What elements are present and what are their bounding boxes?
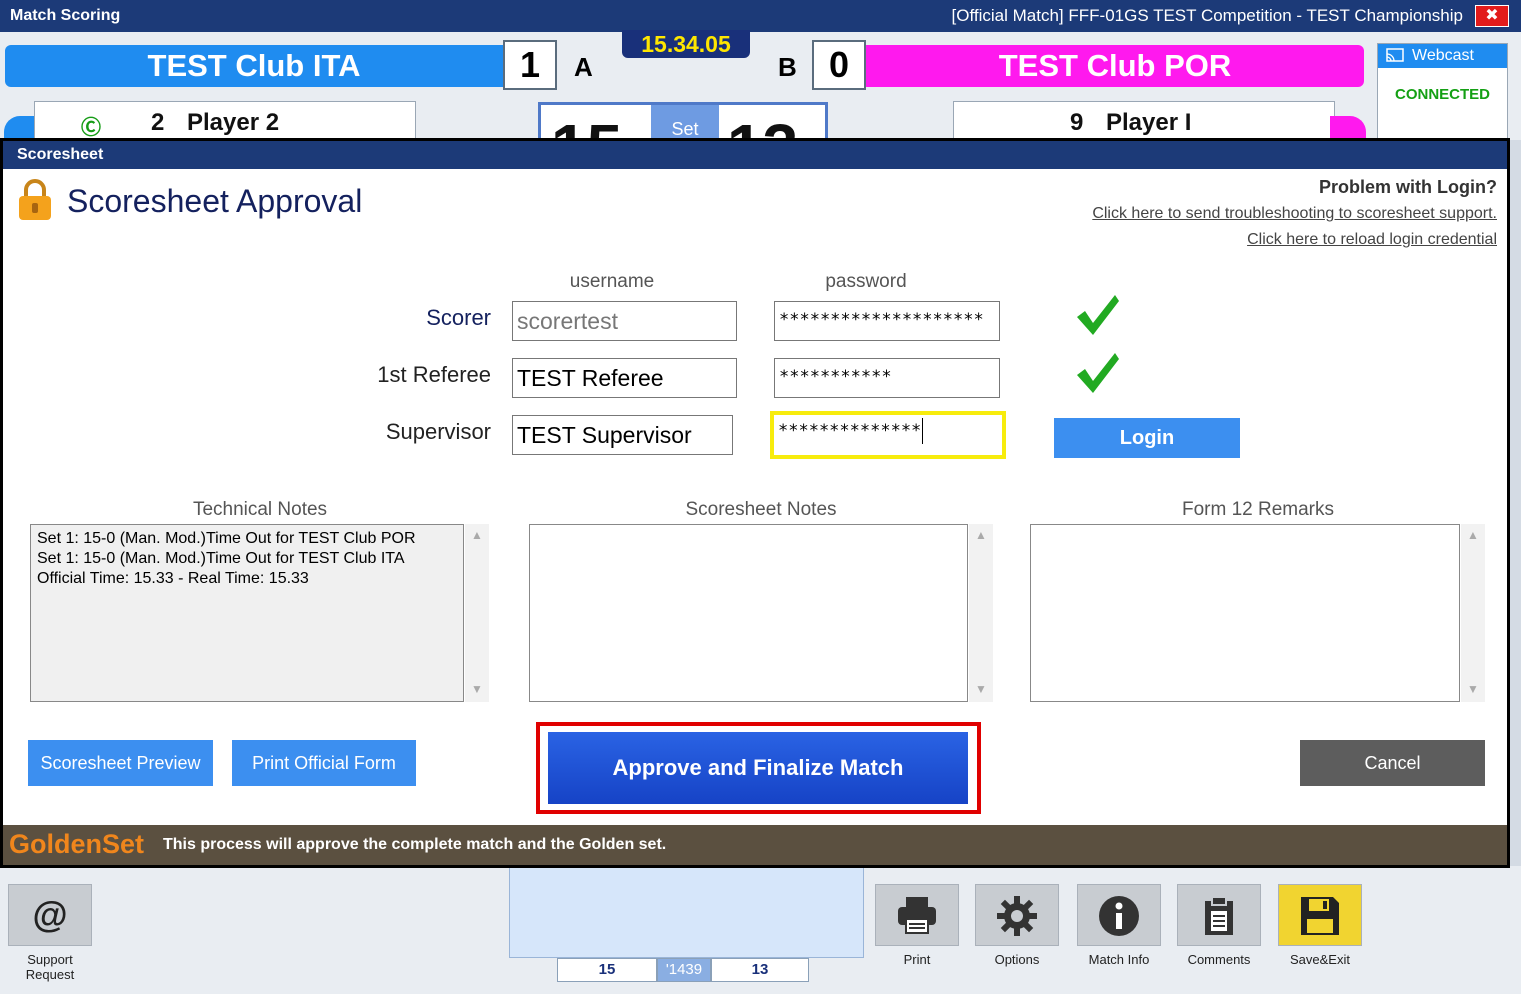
set-score-box: 15 Set 13 bbox=[538, 102, 828, 142]
save-exit-button[interactable] bbox=[1278, 884, 1362, 946]
team-a-side-letter: A bbox=[574, 52, 593, 82]
scorer-label: Scorer bbox=[426, 305, 491, 330]
supervisor-label: Supervisor bbox=[385, 419, 491, 444]
player-b-name: Player I bbox=[1106, 109, 1192, 136]
scoresheet-preview-button[interactable]: Scoresheet Preview bbox=[28, 740, 213, 786]
form-12-remarks-title: Form 12 Remarks bbox=[1181, 499, 1335, 520]
comments-label: Comments bbox=[1187, 952, 1251, 967]
match-info-text: [Official Match] FFF-01GS TEST Competiti… bbox=[951, 6, 1463, 25]
team-b-sets-won: 0 bbox=[812, 40, 866, 90]
password-column-header: password bbox=[825, 271, 907, 292]
dialog-heading: Scoresheet Approval bbox=[67, 183, 363, 219]
mini-score-a: 15 bbox=[557, 958, 657, 982]
team-b-side-letter: B bbox=[778, 52, 797, 82]
scorer-verified-check-icon bbox=[1077, 295, 1119, 335]
text-caret bbox=[922, 418, 924, 444]
match-info-button[interactable] bbox=[1077, 884, 1161, 946]
mini-set-time: '1439 bbox=[657, 958, 711, 982]
scorer-password-field[interactable]: ******************** bbox=[774, 301, 1000, 341]
options-label: Options bbox=[994, 952, 1040, 967]
print-official-form-button[interactable]: Print Official Form bbox=[232, 740, 416, 786]
dialog-title-bar: Scoresheet bbox=[3, 141, 1507, 169]
scoresheet-notes-title: Scoresheet Notes bbox=[685, 499, 837, 520]
print-label: Print bbox=[903, 952, 931, 967]
info-icon bbox=[1099, 896, 1139, 936]
window-close-button[interactable]: ✖ bbox=[1475, 5, 1509, 27]
approve-finalize-match-button[interactable]: Approve and Finalize Match bbox=[548, 732, 968, 804]
captain-icon: Ⓒ bbox=[81, 117, 101, 139]
webcast-label: Webcast bbox=[1412, 47, 1474, 64]
login-button[interactable]: Login bbox=[1054, 418, 1240, 458]
scorer-username-field[interactable]: scorertest bbox=[512, 301, 737, 341]
match-info-label: Match Info bbox=[1088, 952, 1150, 967]
scoresheet-dialog: Scoresheet Scoresheet Approval Problem w… bbox=[0, 138, 1510, 868]
team-a-name: TEST Club ITA bbox=[5, 45, 503, 87]
scoresheet-notes-box[interactable] bbox=[529, 524, 968, 702]
send-troubleshooting-link[interactable]: Click here to send troubleshooting to sc… bbox=[1092, 205, 1497, 223]
mini-score-b: 13 bbox=[711, 958, 809, 982]
technical-notes-box[interactable]: Set 1: 15-0 (Man. Mod.)Time Out for TEST… bbox=[30, 524, 464, 702]
webcast-panel[interactable]: Webcast CONNECTED bbox=[1377, 43, 1508, 143]
player-a-name: Player 2 bbox=[187, 109, 280, 136]
goldenset-logo: GoldenSet bbox=[9, 829, 145, 859]
first-referee-username-field[interactable]: TEST Referee bbox=[512, 358, 737, 398]
lock-icon bbox=[19, 179, 51, 220]
login-help-title: Problem with Login? bbox=[1319, 177, 1497, 197]
first-referee-password-field[interactable]: *********** bbox=[774, 358, 1000, 398]
cast-icon bbox=[1386, 48, 1404, 62]
comments-button[interactable] bbox=[1177, 884, 1261, 946]
username-column-header: username bbox=[569, 271, 655, 292]
team-a-sets-won: 1 bbox=[503, 40, 557, 90]
scoresheet-notes-scrollbar[interactable]: ▲ ▼ bbox=[969, 524, 993, 702]
form-12-remarks-box[interactable] bbox=[1030, 524, 1460, 702]
svg-text:@: @ bbox=[32, 895, 67, 935]
support-request-button[interactable]: @ bbox=[8, 884, 92, 946]
referee-verified-check-icon bbox=[1077, 353, 1119, 393]
main-title-bar: Match Scoring [Official Match] FFF-01GS … bbox=[0, 0, 1521, 32]
team-b-name: TEST Club POR bbox=[866, 45, 1364, 87]
form-12-remarks-scrollbar[interactable]: ▲ ▼ bbox=[1461, 524, 1485, 702]
set-label: Set bbox=[651, 105, 719, 142]
webcast-header: Webcast bbox=[1378, 44, 1507, 68]
clipboard-icon bbox=[1205, 896, 1233, 935]
approve-highlight-frame: Approve and Finalize Match bbox=[536, 722, 981, 814]
first-referee-label: 1st Referee bbox=[377, 362, 491, 387]
team-b-player-box[interactable]: 9 Player I bbox=[953, 101, 1335, 141]
technical-notes-title: Technical Notes bbox=[192, 499, 328, 520]
options-button[interactable] bbox=[975, 884, 1059, 946]
reload-credential-link[interactable]: Click here to reload login credential bbox=[1247, 231, 1497, 249]
app-title: Match Scoring bbox=[10, 7, 121, 24]
webcast-status: CONNECTED bbox=[1394, 86, 1490, 103]
print-button[interactable] bbox=[875, 884, 959, 946]
center-info-panel bbox=[509, 866, 864, 958]
footer-message: This process will approve the complete m… bbox=[163, 836, 667, 853]
dialog-body: Scoresheet Approval Problem with Login? … bbox=[3, 169, 1507, 825]
supervisor-username-field[interactable]: TEST Supervisor bbox=[512, 415, 733, 455]
supervisor-password-field[interactable]: ************** bbox=[770, 411, 1006, 459]
at-sign-icon: @ bbox=[32, 894, 67, 935]
technical-notes-scrollbar[interactable]: ▲ ▼ bbox=[465, 524, 489, 702]
dialog-footer: GoldenSet This process will approve the … bbox=[3, 825, 1507, 865]
player-b-number: 9 bbox=[1070, 109, 1084, 136]
save-exit-label: Save&Exit bbox=[1290, 952, 1350, 967]
player-a-number: 2 bbox=[151, 109, 165, 136]
team-a-player-box[interactable]: Ⓒ 2 Player 2 bbox=[34, 101, 416, 141]
support-request-label: Support Request bbox=[25, 952, 75, 982]
cancel-button[interactable]: Cancel bbox=[1300, 740, 1485, 786]
floppy-disk-icon bbox=[1301, 897, 1339, 935]
printer-icon bbox=[898, 897, 936, 934]
match-clock: 15.34.05 bbox=[622, 30, 750, 58]
gear-icon bbox=[997, 896, 1037, 936]
